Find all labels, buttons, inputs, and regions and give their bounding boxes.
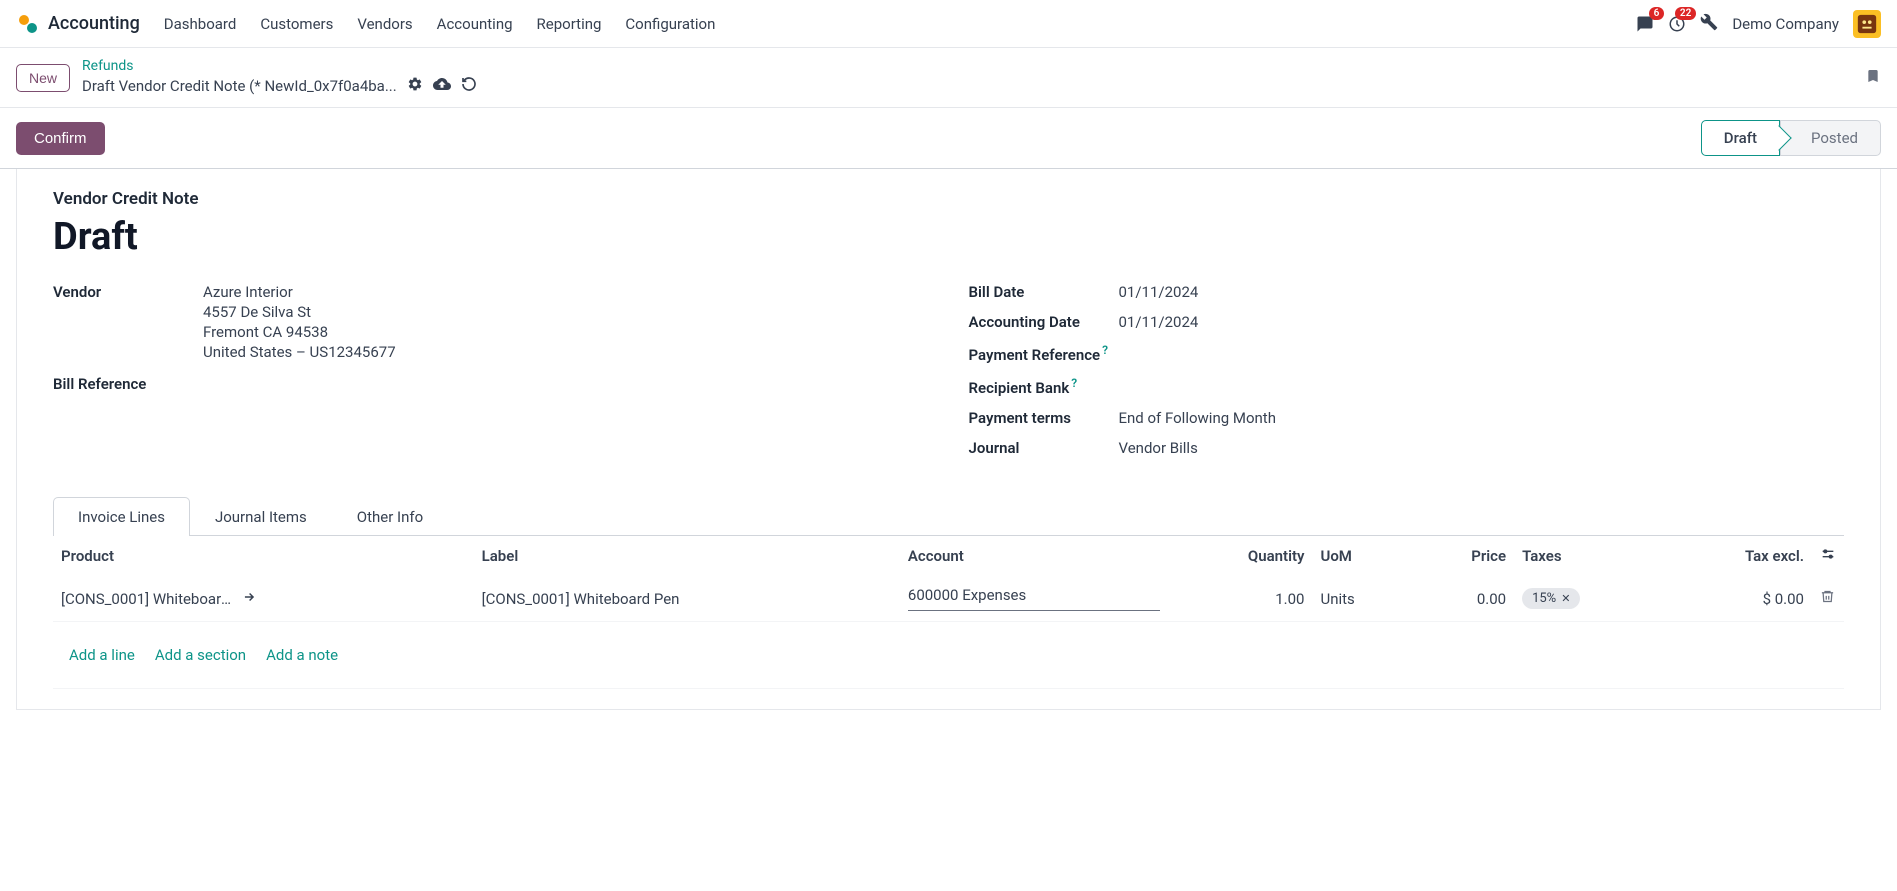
add-line-button[interactable]: Add a line [69,646,135,664]
vendor-addr2: Fremont CA 94538 [203,323,396,341]
th-quantity: Quantity [1168,536,1313,576]
remove-tax-icon[interactable]: ✕ [1561,592,1570,605]
cell-quantity[interactable]: 1.00 [1168,576,1313,622]
vendor-label: Vendor [53,283,203,363]
th-account: Account [900,536,1168,576]
vendor-addr1: 4557 De Silva St [203,303,396,321]
th-label: Label [474,536,900,576]
nav-reporting[interactable]: Reporting [537,15,602,33]
nav-vendors[interactable]: Vendors [357,15,412,33]
navbar: Accounting Dashboard Customers Vendors A… [0,0,1897,48]
tab-journal-items[interactable]: Journal Items [190,497,332,536]
nav-right: 6 22 Demo Company [1636,10,1881,38]
nav-accounting[interactable]: Accounting [437,15,513,33]
journal-value[interactable]: Vendor Bills [1119,439,1198,457]
form-grid: Vendor Azure Interior 4557 De Silva St F… [53,283,1844,469]
bill-date-label: Bill Date [969,283,1119,301]
external-link-icon[interactable] [242,590,256,608]
nav-customers[interactable]: Customers [260,15,333,33]
doc-title: Draft [53,215,1844,259]
column-options-icon[interactable] [1820,548,1836,566]
bookmark-icon[interactable] [1865,66,1881,90]
doc-type-label: Vendor Credit Note [53,189,1844,209]
pay-ref-label: Payment Reference? [969,343,1119,364]
help-icon[interactable]: ? [1071,376,1077,390]
app-name[interactable]: Accounting [48,13,140,34]
bill-date-value[interactable]: 01/11/2024 [1119,283,1199,301]
th-uom: UoM [1312,536,1412,576]
tools-icon[interactable] [1700,13,1718,35]
status-bar: Draft Posted [1701,120,1881,156]
terms-label: Payment terms [969,409,1119,427]
status-draft[interactable]: Draft [1701,120,1780,156]
activities-button[interactable]: 22 [1668,15,1686,33]
th-product: Product [53,536,474,576]
action-bar: Confirm Draft Posted [0,107,1897,169]
cell-price[interactable]: 0.00 [1413,576,1514,622]
th-price: Price [1413,536,1514,576]
help-icon[interactable]: ? [1102,343,1108,357]
cell-account[interactable]: 600000 Expenses [900,576,1168,622]
cell-product[interactable]: [CONS_0001] Whiteboard Pen [53,576,474,622]
gear-icon[interactable] [407,76,423,96]
nav-configuration[interactable]: Configuration [625,15,715,33]
tabs: Invoice Lines Journal Items Other Info [53,497,1844,536]
confirm-button[interactable]: Confirm [16,122,105,155]
form-left: Vendor Azure Interior 4557 De Silva St F… [53,283,929,469]
cell-label[interactable]: [CONS_0001] Whiteboard Pen [474,576,900,622]
table-row: [CONS_0001] Whiteboard Pen [CONS_0001] W… [53,576,1844,622]
breadcrumb-parent[interactable]: Refunds [82,58,477,74]
cloud-save-icon[interactable] [433,75,451,97]
tax-chip[interactable]: 15% ✕ [1522,588,1580,609]
form-sheet: Vendor Credit Note Draft Vendor Azure In… [16,169,1881,710]
discard-icon[interactable] [461,76,477,96]
terms-value[interactable]: End of Following Month [1119,409,1276,427]
vendor-name: Azure Interior [203,283,396,301]
vendor-addr3: United States – US12345677 [203,343,396,361]
acct-date-label: Accounting Date [969,313,1119,331]
messages-badge: 6 [1649,7,1665,20]
new-button[interactable]: New [16,64,70,92]
app-logo[interactable] [16,12,40,36]
bill-ref-label: Bill Reference [53,375,203,393]
cell-uom[interactable]: Units [1312,576,1412,622]
cell-delete[interactable] [1812,576,1844,622]
trash-icon[interactable] [1820,590,1835,608]
breadcrumb: Refunds Draft Vendor Credit Note (* NewI… [82,58,477,97]
invoice-lines-table: Product Label Account Quantity UoM Price… [53,536,1844,689]
breadcrumb-bar: New Refunds Draft Vendor Credit Note (* … [0,48,1897,107]
breadcrumb-current: Draft Vendor Credit Note (* NewId_0x7f0a… [82,77,397,95]
form-right: Bill Date 01/11/2024 Accounting Date 01/… [969,283,1845,469]
tab-other-info[interactable]: Other Info [332,497,448,536]
tab-invoice-lines[interactable]: Invoice Lines [53,497,190,536]
nav-menu: Dashboard Customers Vendors Accounting R… [164,15,1637,33]
add-note-button[interactable]: Add a note [266,646,338,664]
th-options[interactable] [1812,536,1844,576]
journal-label: Journal [969,439,1119,457]
activities-badge: 22 [1675,7,1696,20]
cell-tax-excl: $ 0.00 [1662,576,1812,622]
nav-dashboard[interactable]: Dashboard [164,15,237,33]
user-avatar[interactable] [1853,10,1881,38]
acct-date-value[interactable]: 01/11/2024 [1119,313,1199,331]
cell-taxes[interactable]: 15% ✕ [1514,576,1662,622]
add-section-button[interactable]: Add a section [155,646,246,664]
status-posted[interactable]: Posted [1780,120,1881,156]
bank-label: Recipient Bank? [969,376,1119,397]
messages-button[interactable]: 6 [1636,15,1654,33]
th-tax-excl: Tax excl. [1662,536,1812,576]
company-selector[interactable]: Demo Company [1732,15,1839,33]
vendor-value[interactable]: Azure Interior 4557 De Silva St Fremont … [203,283,396,363]
th-taxes: Taxes [1514,536,1662,576]
